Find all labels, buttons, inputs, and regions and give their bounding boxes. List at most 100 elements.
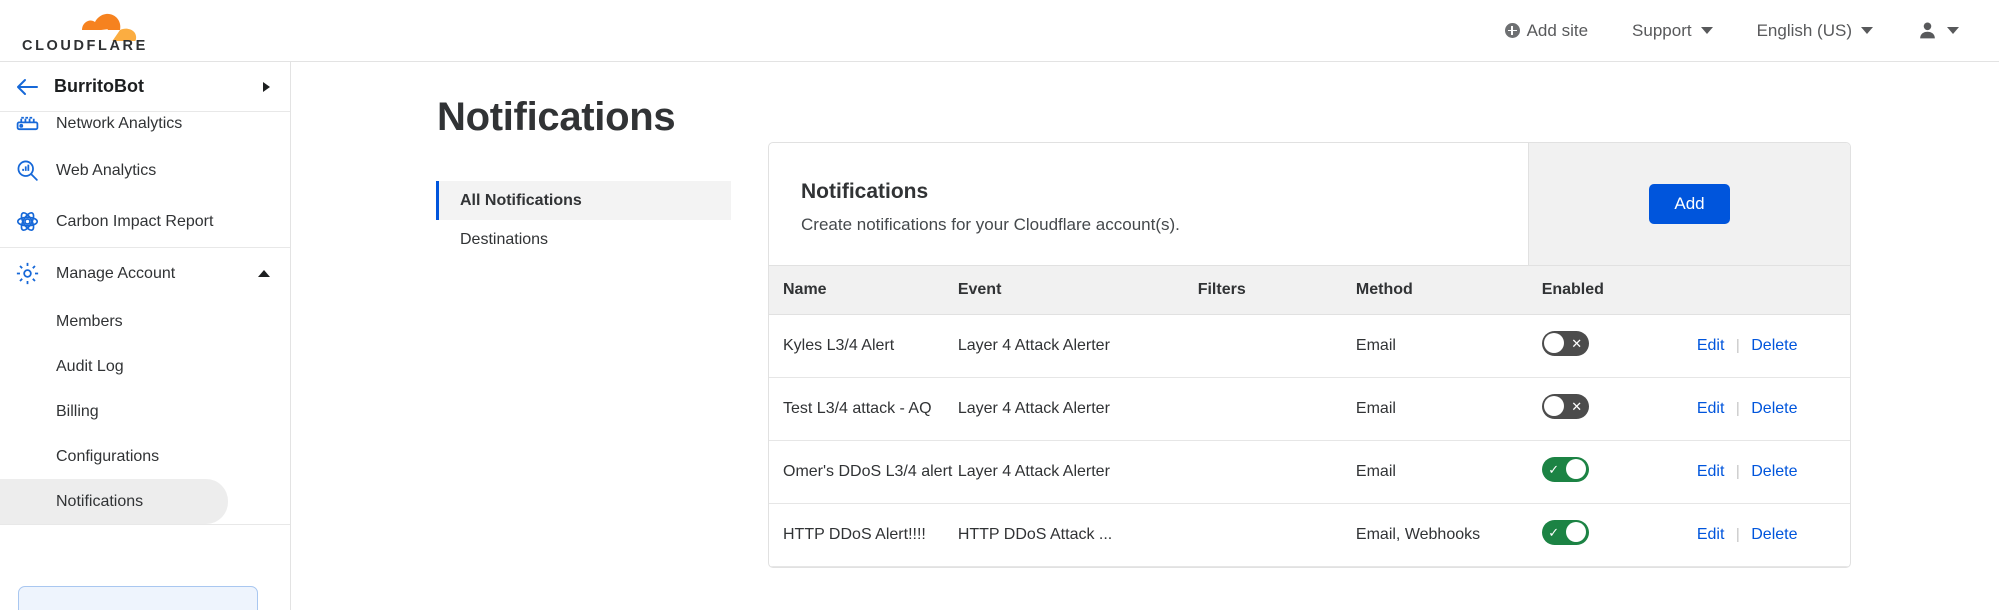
cell-method: Email bbox=[1355, 377, 1542, 441]
table-row: HTTP DDoS Alert!!!! HTTP DDoS Attack ...… bbox=[769, 503, 1850, 567]
toggle-knob bbox=[1566, 459, 1587, 479]
carbon-impact-icon bbox=[14, 209, 40, 235]
sidebar-subitem-label: Configurations bbox=[56, 447, 160, 465]
edit-link[interactable]: Edit bbox=[1697, 337, 1725, 354]
top-nav: Add site Support English (US) bbox=[1483, 0, 1981, 61]
sidebar-item-members[interactable]: Members bbox=[0, 299, 228, 344]
notifications-card: Notifications Create notifications for y… bbox=[768, 142, 1851, 568]
cell-actions: Edit | Delete bbox=[1696, 440, 1850, 504]
table-row: Kyles L3/4 Alert Layer 4 Attack Alerter … bbox=[769, 314, 1850, 378]
action-separator: | bbox=[1735, 399, 1740, 417]
sidebar-item-notifications[interactable]: Notifications bbox=[0, 479, 228, 524]
enabled-toggle[interactable]: ✕ bbox=[1541, 330, 1589, 356]
toggle-on-icon: ✓ bbox=[1548, 524, 1560, 540]
delete-link[interactable]: Delete bbox=[1751, 526, 1797, 543]
table-body: Kyles L3/4 Alert Layer 4 Attack Alerter … bbox=[769, 314, 1850, 567]
table-row: Test L3/4 attack - AQ Layer 4 Attack Ale… bbox=[769, 377, 1850, 441]
edit-link[interactable]: Edit bbox=[1697, 463, 1725, 480]
card-header-action: Add bbox=[1528, 143, 1850, 265]
table-header: Name Event Filters Method Enabled bbox=[769, 266, 1850, 315]
sidebar-subitem-label: Billing bbox=[56, 402, 99, 420]
cell-enabled: ✕ bbox=[1541, 314, 1697, 378]
tab-label: Destinations bbox=[460, 230, 549, 248]
delete-link[interactable]: Delete bbox=[1751, 463, 1797, 480]
card-title: Notifications bbox=[801, 180, 929, 203]
tab-all-notifications[interactable]: All Notifications bbox=[436, 181, 731, 220]
column-header-event: Event bbox=[957, 266, 1198, 315]
sidebar-analytics-group: Network Analytics Web Analytics Carbon I… bbox=[0, 103, 290, 248]
sidebar-item-network-analytics[interactable]: Network Analytics bbox=[0, 103, 290, 145]
enabled-toggle[interactable]: ✕ bbox=[1541, 393, 1589, 419]
cell-method: Email, Webhooks bbox=[1355, 503, 1542, 567]
account-menu[interactable] bbox=[1895, 0, 1981, 61]
edit-link[interactable]: Edit bbox=[1697, 526, 1725, 543]
cell-filters bbox=[1197, 377, 1356, 441]
toggle-knob bbox=[1566, 522, 1587, 542]
action-separator: | bbox=[1735, 525, 1740, 543]
cell-actions: Edit | Delete bbox=[1696, 314, 1850, 378]
cell-event: Layer 4 Attack Alerter bbox=[957, 377, 1198, 441]
cell-name: HTTP DDoS Alert!!!! bbox=[769, 503, 958, 567]
toggle-on-icon: ✓ bbox=[1548, 461, 1560, 477]
sub-navigation: All Notifications Destinations bbox=[436, 181, 731, 259]
table-header-row: Name Event Filters Method Enabled bbox=[769, 266, 1850, 315]
cell-method: Email bbox=[1355, 440, 1542, 504]
sidebar-item-manage-account[interactable]: Manage Account bbox=[0, 248, 290, 299]
edit-link[interactable]: Edit bbox=[1697, 400, 1725, 417]
support-label: Support bbox=[1632, 20, 1692, 40]
sidebar-item-label: Network Analytics bbox=[56, 115, 183, 132]
toggle-off-icon: ✕ bbox=[1571, 398, 1583, 414]
chevron-up-icon bbox=[258, 270, 270, 277]
sidebar-item-billing[interactable]: Billing bbox=[0, 389, 228, 434]
sidebar-item-carbon-impact-report[interactable]: Carbon Impact Report bbox=[0, 196, 290, 247]
cell-method: Email bbox=[1355, 314, 1542, 378]
cell-enabled: ✓ bbox=[1541, 440, 1697, 504]
enabled-toggle[interactable]: ✓ bbox=[1541, 456, 1589, 482]
column-header-method: Method bbox=[1355, 266, 1542, 315]
cell-event: HTTP DDoS Attack ... bbox=[957, 503, 1198, 567]
add-site-button[interactable]: Add site bbox=[1483, 0, 1610, 61]
sidebar-item-label: Web Analytics bbox=[56, 161, 157, 179]
svg-text:CLOUDFLARE: CLOUDFLARE bbox=[22, 38, 148, 54]
sidebar-item-configurations[interactable]: Configurations bbox=[0, 434, 228, 479]
card-header: Notifications Create notifications for y… bbox=[769, 143, 1850, 266]
action-separator: | bbox=[1735, 462, 1740, 480]
enabled-toggle[interactable]: ✓ bbox=[1541, 519, 1589, 545]
cell-actions: Edit | Delete bbox=[1696, 377, 1850, 441]
page-title: Notifications bbox=[437, 95, 676, 139]
sidebar-manage-account-group: Manage Account Members Audit Log Billing… bbox=[0, 248, 290, 525]
cell-event: Layer 4 Attack Alerter bbox=[957, 314, 1198, 378]
delete-link[interactable]: Delete bbox=[1751, 400, 1797, 417]
web-analytics-icon bbox=[14, 158, 40, 184]
toggle-off-icon: ✕ bbox=[1571, 335, 1583, 351]
support-menu[interactable]: Support bbox=[1610, 0, 1735, 61]
chevron-down-icon bbox=[1947, 27, 1959, 34]
sidebar-subitem-label: Audit Log bbox=[56, 357, 124, 375]
top-bar: CLOUDFLARE Add site Support English (US) bbox=[0, 0, 1999, 62]
main-content: Notifications All Notifications Destinat… bbox=[291, 62, 1999, 610]
sidebar-item-label: Manage Account bbox=[56, 264, 176, 282]
language-menu[interactable]: English (US) bbox=[1735, 0, 1895, 61]
add-button[interactable]: Add bbox=[1649, 184, 1730, 224]
action-separator: | bbox=[1735, 336, 1740, 354]
column-header-name: Name bbox=[769, 266, 958, 315]
cell-filters bbox=[1197, 440, 1356, 504]
cell-filters bbox=[1197, 503, 1356, 567]
cloudflare-logo[interactable]: CLOUDFLARE bbox=[12, 4, 202, 56]
chevron-right-icon bbox=[263, 81, 270, 92]
notifications-table: Name Event Filters Method Enabled Kyles … bbox=[769, 266, 1850, 567]
tab-destinations[interactable]: Destinations bbox=[436, 220, 731, 259]
sidebar-item-web-analytics[interactable]: Web Analytics bbox=[0, 145, 290, 196]
delete-link[interactable]: Delete bbox=[1751, 337, 1797, 354]
cell-enabled: ✓ bbox=[1541, 503, 1697, 567]
sidebar-bottom-panel[interactable] bbox=[18, 586, 258, 610]
network-analytics-icon bbox=[14, 111, 40, 137]
sidebar-item-audit-log[interactable]: Audit Log bbox=[0, 344, 228, 389]
gear-icon bbox=[14, 261, 40, 287]
cell-name: Test L3/4 attack - AQ bbox=[769, 377, 958, 441]
column-header-actions bbox=[1696, 266, 1850, 315]
toggle-knob bbox=[1544, 333, 1565, 353]
column-header-enabled: Enabled bbox=[1541, 266, 1697, 315]
back-arrow-icon[interactable] bbox=[16, 78, 38, 96]
cell-name: Kyles L3/4 Alert bbox=[769, 314, 958, 378]
